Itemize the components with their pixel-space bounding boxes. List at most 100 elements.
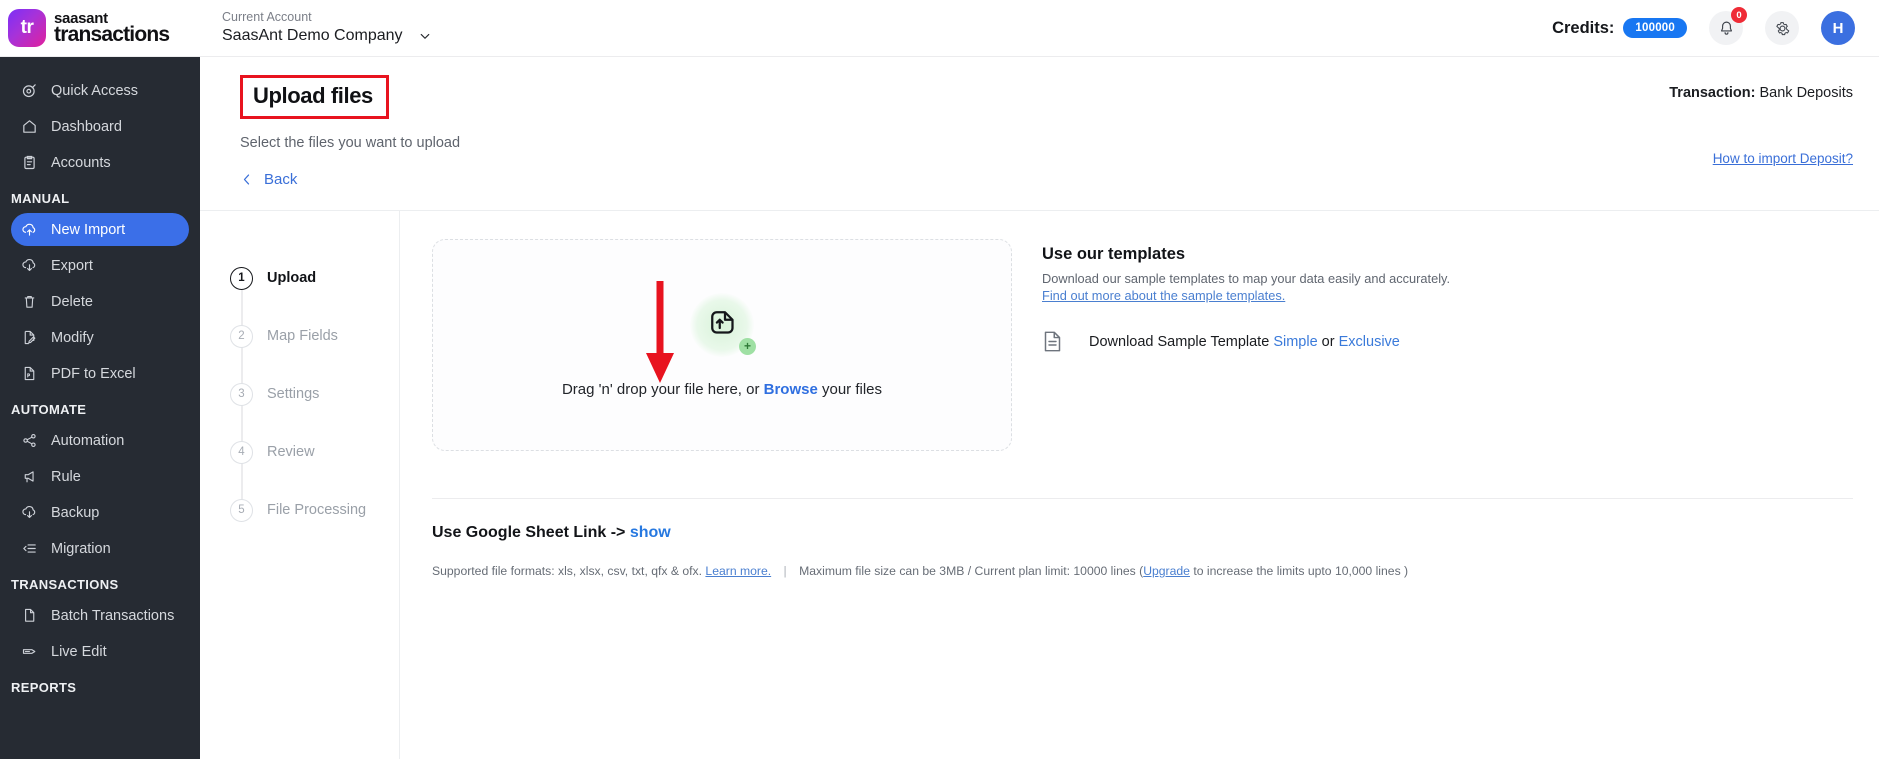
google-sheet-label: Use Google Sheet Link -> [432,524,626,541]
cloud-download-icon [22,259,36,272]
sidebar-item-label: Quick Access [51,82,139,99]
page-header: Upload files Select the files you want t… [200,57,1879,210]
sidebar-item-delete[interactable]: Delete [11,285,189,318]
upgrade-link[interactable]: Upgrade [1143,564,1190,578]
page-title: Upload files [253,83,373,108]
step-review[interactable]: 4 Review [230,423,399,504]
wizard-content: 1 Upload 2 Map Fields 3 Settings 4 Revie… [200,210,1879,759]
sidebar-item-rule[interactable]: Rule [11,460,189,493]
sidebar-item-label: Batch Transactions [51,607,175,624]
wizard-stepper: 1 Upload 2 Map Fields 3 Settings 4 Revie… [200,211,400,759]
step-number: 2 [230,324,253,348]
sidebar-item-live-edit[interactable]: Live Edit [11,635,189,668]
sidebar-item-backup[interactable]: Backup [11,496,189,529]
step-upload[interactable]: 1 Upload [230,249,399,330]
megaphone-icon [24,471,34,483]
find-out-more-link[interactable]: Find out more about the sample templates… [1042,288,1450,303]
credits-badge[interactable]: 100000 [1623,18,1687,38]
tag-edit-icon [22,649,36,654]
formats-separator: | [783,564,787,578]
list-arrow-icon [23,544,36,553]
avatar-initial: H [1832,19,1844,37]
sidebar-group-transactions: TRANSACTIONS [11,577,119,592]
sidebar-item-pdf-to-excel[interactable]: PDF to Excel [11,357,189,390]
dropzone-plus-badge: + [739,337,756,355]
page-header-right: Transaction: Bank Deposits How to import… [1669,85,1853,166]
download-template-row: Download Sample Template Simple or Exclu… [1042,329,1450,354]
pdf-file-icon [24,366,35,381]
step-label: Review [267,444,315,460]
user-avatar[interactable]: H [1821,11,1855,45]
sidebar-item-label: Backup [51,504,100,521]
sidebar-item-migration[interactable]: Migration [11,532,189,565]
sidebar: Quick Access Dashboard Accounts MANUAL N… [0,57,200,759]
templates-title: Use our templates [1042,245,1186,263]
clipboard-icon [24,155,35,170]
saasant-logo-icon: tr [8,9,46,47]
notifications-button[interactable]: 0 [1709,7,1747,45]
file-edit-icon [24,330,36,345]
sidebar-item-label: Migration [51,540,111,557]
main-content: Upload files Select the files you want t… [200,57,1879,759]
sidebar-group-automate: AUTOMATE [11,402,87,417]
sidebar-group-manual: MANUAL [11,191,70,206]
transaction-value: Bank Deposits [1759,85,1854,101]
templates-description: Download our sample templates to map you… [1042,271,1451,286]
page-title-highlight-box: Upload files [240,75,389,119]
dropzone-text: Drag 'n' drop your file here, or Browse … [562,381,882,398]
brand-logo[interactable]: tr saasant transactions [0,9,200,47]
target-icon [22,84,36,98]
top-bar: tr saasant transactions Current Account … [0,0,1879,57]
file-dropzone[interactable]: + Drag 'n' drop your file here, or Brows… [432,239,1012,451]
sidebar-item-quick-access[interactable]: Quick Access [11,74,189,107]
exclusive-template-link[interactable]: Exclusive [1339,334,1400,350]
step-label: Upload [267,270,317,286]
step-file-processing[interactable]: 5 File Processing [230,481,399,539]
gear-icon [1775,21,1789,35]
sidebar-item-label: Export [51,257,93,274]
account-label: Current Account [222,10,312,25]
credits-display: Credits: 100000 [1552,18,1687,38]
account-value: SaasAnt Demo Company [222,26,403,44]
chevron-left-icon [243,174,250,185]
sidebar-item-modify[interactable]: Modify [11,321,189,354]
step-number: 5 [230,498,253,522]
browse-link[interactable]: Browse [764,381,818,398]
sidebar-item-batch-transactions[interactable]: Batch Transactions [11,599,189,632]
chevron-down-icon[interactable] [419,30,431,42]
sidebar-item-dashboard[interactable]: Dashboard [11,110,189,143]
account-switcher[interactable]: Current Account SaasAnt Demo Company [222,10,431,46]
transaction-type: Transaction: Bank Deposits [1669,85,1853,101]
step-map-fields[interactable]: 2 Map Fields [230,307,399,388]
settings-button[interactable] [1765,11,1799,45]
sidebar-item-automation[interactable]: Automation [11,424,189,457]
simple-template-link[interactable]: Simple [1273,334,1317,350]
transaction-label: Transaction: [1669,85,1756,101]
how-to-import-link[interactable]: How to import Deposit? [1669,151,1853,166]
sidebar-group-reports: REPORTS [11,680,77,695]
upload-panel: + Drag 'n' drop your file here, or Brows… [400,211,1879,759]
file-upload-icon [711,310,734,334]
sidebar-item-export[interactable]: Export [11,249,189,282]
show-google-sheet-link[interactable]: show [630,524,671,541]
brand-wordmark: saasant transactions [54,10,170,46]
back-button[interactable]: Back [240,171,1853,188]
dropzone-icon-wrap: + [690,292,756,357]
sidebar-item-label: Rule [51,468,81,485]
dropzone-text-after: your files [822,380,883,398]
sidebar-item-label: Accounts [51,154,111,171]
learn-more-link[interactable]: Learn more. [705,564,771,578]
brand-line2: transactions [54,22,170,46]
sidebar-item-label: Delete [51,293,93,310]
sidebar-item-new-import[interactable]: New Import [11,213,189,246]
back-label: Back [264,171,298,188]
step-settings[interactable]: 3 Settings [230,365,399,446]
supported-formats-note: Supported file formats: xls, xlsx, csv, … [432,564,1853,578]
max-size-text: Maximum file size can be 3MB / Current p… [799,564,1144,578]
download-template-text: Download Sample Template Simple or Exclu… [1089,334,1400,350]
step-label: Map Fields [267,328,338,344]
sidebar-item-label: Modify [51,329,94,346]
sidebar-item-accounts[interactable]: Accounts [11,146,189,179]
dropzone-text-before: Drag 'n' drop your file here, or [561,380,760,398]
section-divider [432,498,1853,499]
